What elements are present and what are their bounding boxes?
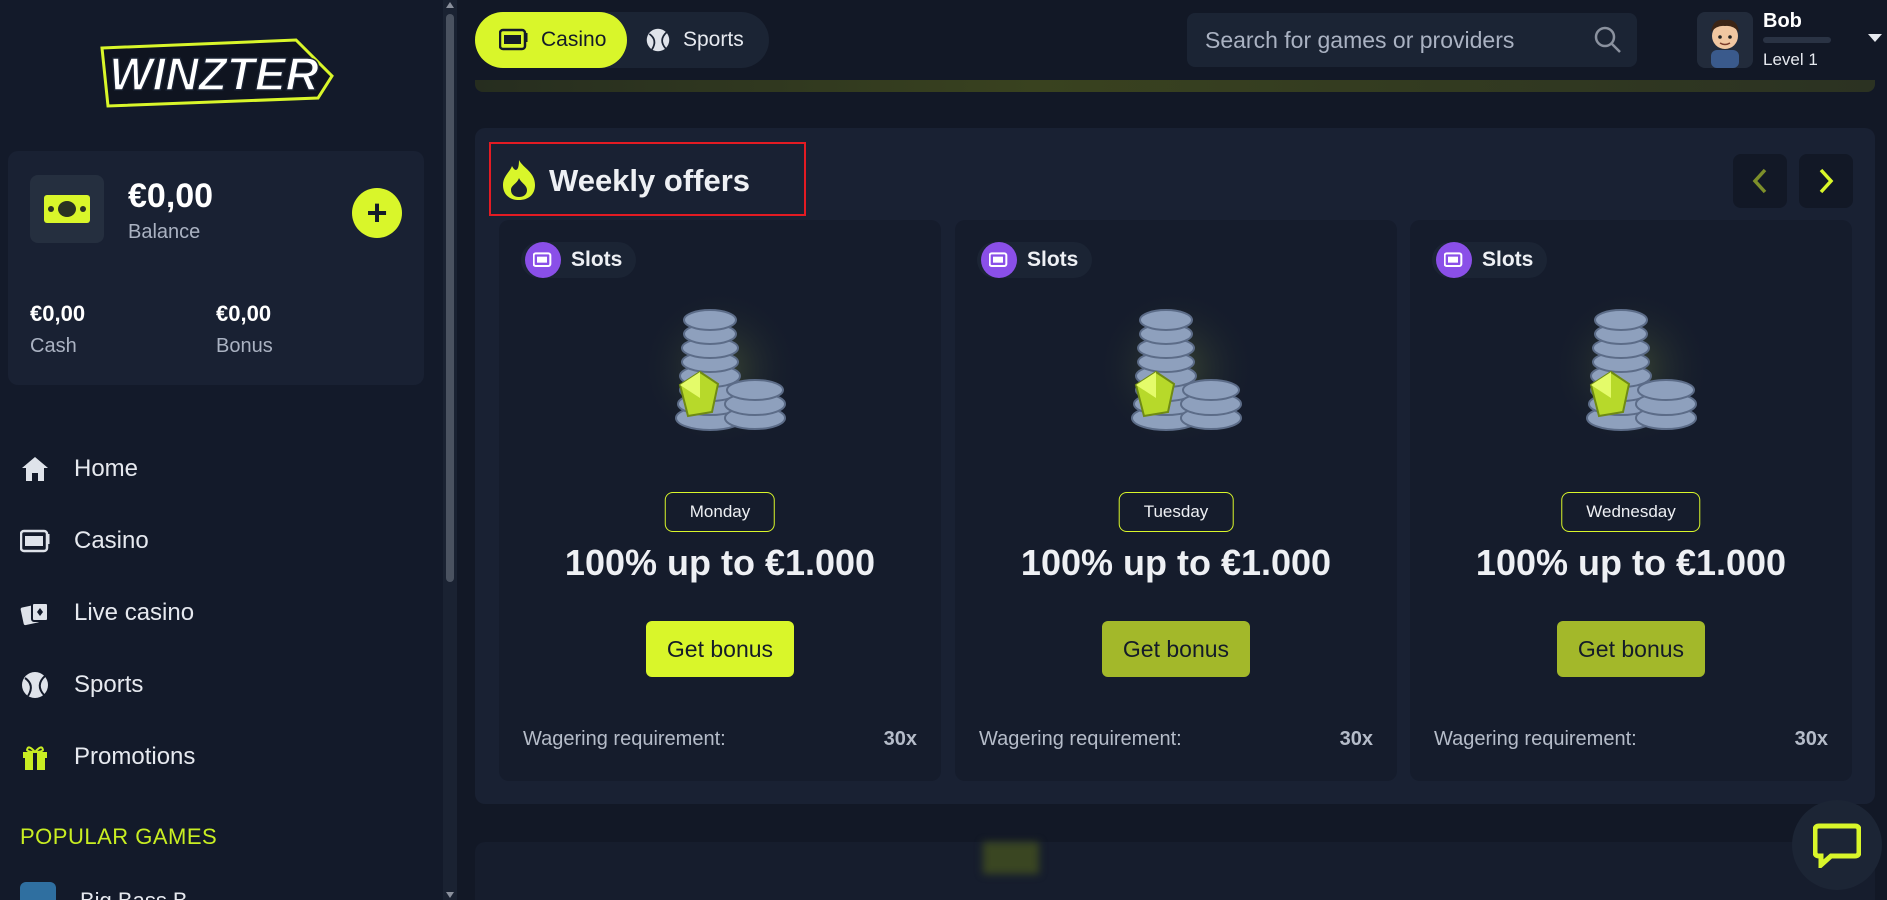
sidebar-item-label: Casino [74,527,149,554]
carousel-next-button[interactable] [1799,154,1853,208]
cash-balance: €0,00 Cash [30,301,85,358]
bonus-label: Bonus [216,335,273,357]
scrollbar-thumb[interactable] [446,14,454,582]
category-label: Slots [1027,248,1079,271]
category-tag: Slots [1432,242,1548,278]
sidebar: WINZTER €0,00 Balance + €0,00 Cash €0,00… [0,0,443,900]
category-label: Slots [571,248,623,271]
sidebar-scrollbar[interactable] [443,0,457,900]
coins-gem-illustration [1096,280,1256,450]
scroll-up-arrow[interactable] [446,2,454,8]
coins-gem-illustration [1551,280,1711,450]
offer-amount: 100% up to €1.000 [1475,542,1787,583]
wallet-card: €0,00 Balance + €0,00 Cash €0,00 Bonus [8,151,424,385]
next-section-panel [475,842,1875,900]
popular-game-thumbnail[interactable] [20,882,56,900]
search-icon[interactable] [1593,25,1623,60]
offer-amount: 100% up to €1.000 [564,542,876,583]
scroll-down-arrow[interactable] [446,892,454,898]
get-bonus-button[interactable]: Get bonus [646,621,794,677]
balance-amount: €0,00 [128,177,214,215]
cash-label: Cash [30,335,77,357]
ball-icon [18,668,52,702]
chat-bubble-icon [1813,823,1861,868]
slot-machine-icon [525,242,561,278]
slot-machine-icon [18,524,52,558]
get-bonus-button[interactable]: Get bonus [1102,621,1250,677]
sidebar-nav: Home Casino Live casino Sports Promotion… [0,433,443,793]
carousel-prev-button[interactable] [1733,154,1787,208]
offer-day-badge: Wednesday [1561,492,1701,532]
gift-icon [18,740,52,774]
cards-icon [18,596,52,630]
offer-day-badge: Monday [664,492,776,532]
casino-sports-switch: Casino Sports [475,12,769,68]
weekly-offers-title: Weekly offers [549,163,751,198]
winzter-logo[interactable]: WINZTER [96,36,336,112]
search-input[interactable] [1187,13,1577,67]
level-progress-bar [1763,37,1831,43]
avatar[interactable] [1697,12,1753,68]
chevron-right-icon [1819,168,1834,194]
sports-mode-button[interactable]: Sports [627,12,769,68]
sidebar-item-home[interactable]: Home [0,433,443,505]
home-icon [18,452,52,486]
chevron-left-icon [1752,168,1767,194]
popular-game-label[interactable]: Big Bass B... [80,888,206,900]
sidebar-item-casino[interactable]: Casino [0,505,443,577]
wagering-label: Wagering requirement: [1434,728,1637,750]
offer-amount: 100% up to €1.000 [1020,542,1332,583]
offer-day-badge: Tuesday [1118,492,1234,532]
sports-mode-label: Sports [683,28,744,51]
wagering-value: 30x [1339,728,1373,750]
offer-card-wednesday[interactable]: Slots Wednesday 100% up to €1.000 Get bo… [1410,220,1852,781]
banner-strip [475,80,1875,92]
wagering-value: 30x [1794,728,1828,750]
category-tag: Slots [977,242,1093,278]
cash-amount: €0,00 [30,301,86,326]
cash-icon [30,175,104,243]
sidebar-item-label: Sports [74,671,144,698]
sidebar-item-promotions[interactable]: Promotions [0,721,443,793]
svg-text:WINZTER: WINZTER [109,48,319,100]
live-chat-button[interactable] [1792,800,1882,890]
sidebar-item-label: Promotions [74,743,196,770]
category-tag: Slots [521,242,637,278]
category-label: Slots [1482,248,1534,271]
balance-label: Balance [128,221,201,243]
sidebar-item-live-casino[interactable]: Live casino [0,577,443,649]
wagering-value: 30x [883,728,917,750]
deposit-button[interactable]: + [352,188,402,238]
chevron-down-icon[interactable] [1868,34,1882,42]
search-bar [1187,13,1637,67]
casino-mode-label: Casino [541,28,607,51]
slot-machine-icon [499,28,529,52]
ball-icon [645,27,671,53]
get-bonus-button[interactable]: Get bonus [1557,621,1705,677]
wagering-label: Wagering requirement: [523,728,726,750]
wagering-label: Wagering requirement: [979,728,1182,750]
offer-card-tuesday[interactable]: Slots Tuesday 100% up to €1.000 Get bonu… [955,220,1397,781]
section-glow [983,842,1039,874]
sidebar-item-label: Home [74,455,139,482]
sidebar-item-sports[interactable]: Sports [0,649,443,721]
top-bar: Casino Sports Bob Level 1 [457,0,1887,80]
popular-games-heading: POPULAR GAMES [20,824,218,849]
bonus-amount: €0,00 [216,301,272,326]
user-menu[interactable]: Bob Level 1 [1697,10,1882,72]
sidebar-item-label: Live casino [74,599,195,626]
coins-gem-illustration [640,280,800,450]
weekly-offers-panel: Weekly offers Slots Monday 100% up to €1… [475,128,1875,804]
slot-machine-icon [1436,242,1472,278]
flame-icon [499,158,539,202]
casino-mode-button[interactable]: Casino [475,12,627,68]
user-level: Level 1 [1763,50,1818,69]
offer-card-monday[interactable]: Slots Monday 100% up to €1.000 Get bonus… [499,220,941,781]
user-name: Bob [1763,10,1802,32]
bonus-balance: €0,00 Bonus [216,301,273,358]
slot-machine-icon [981,242,1017,278]
